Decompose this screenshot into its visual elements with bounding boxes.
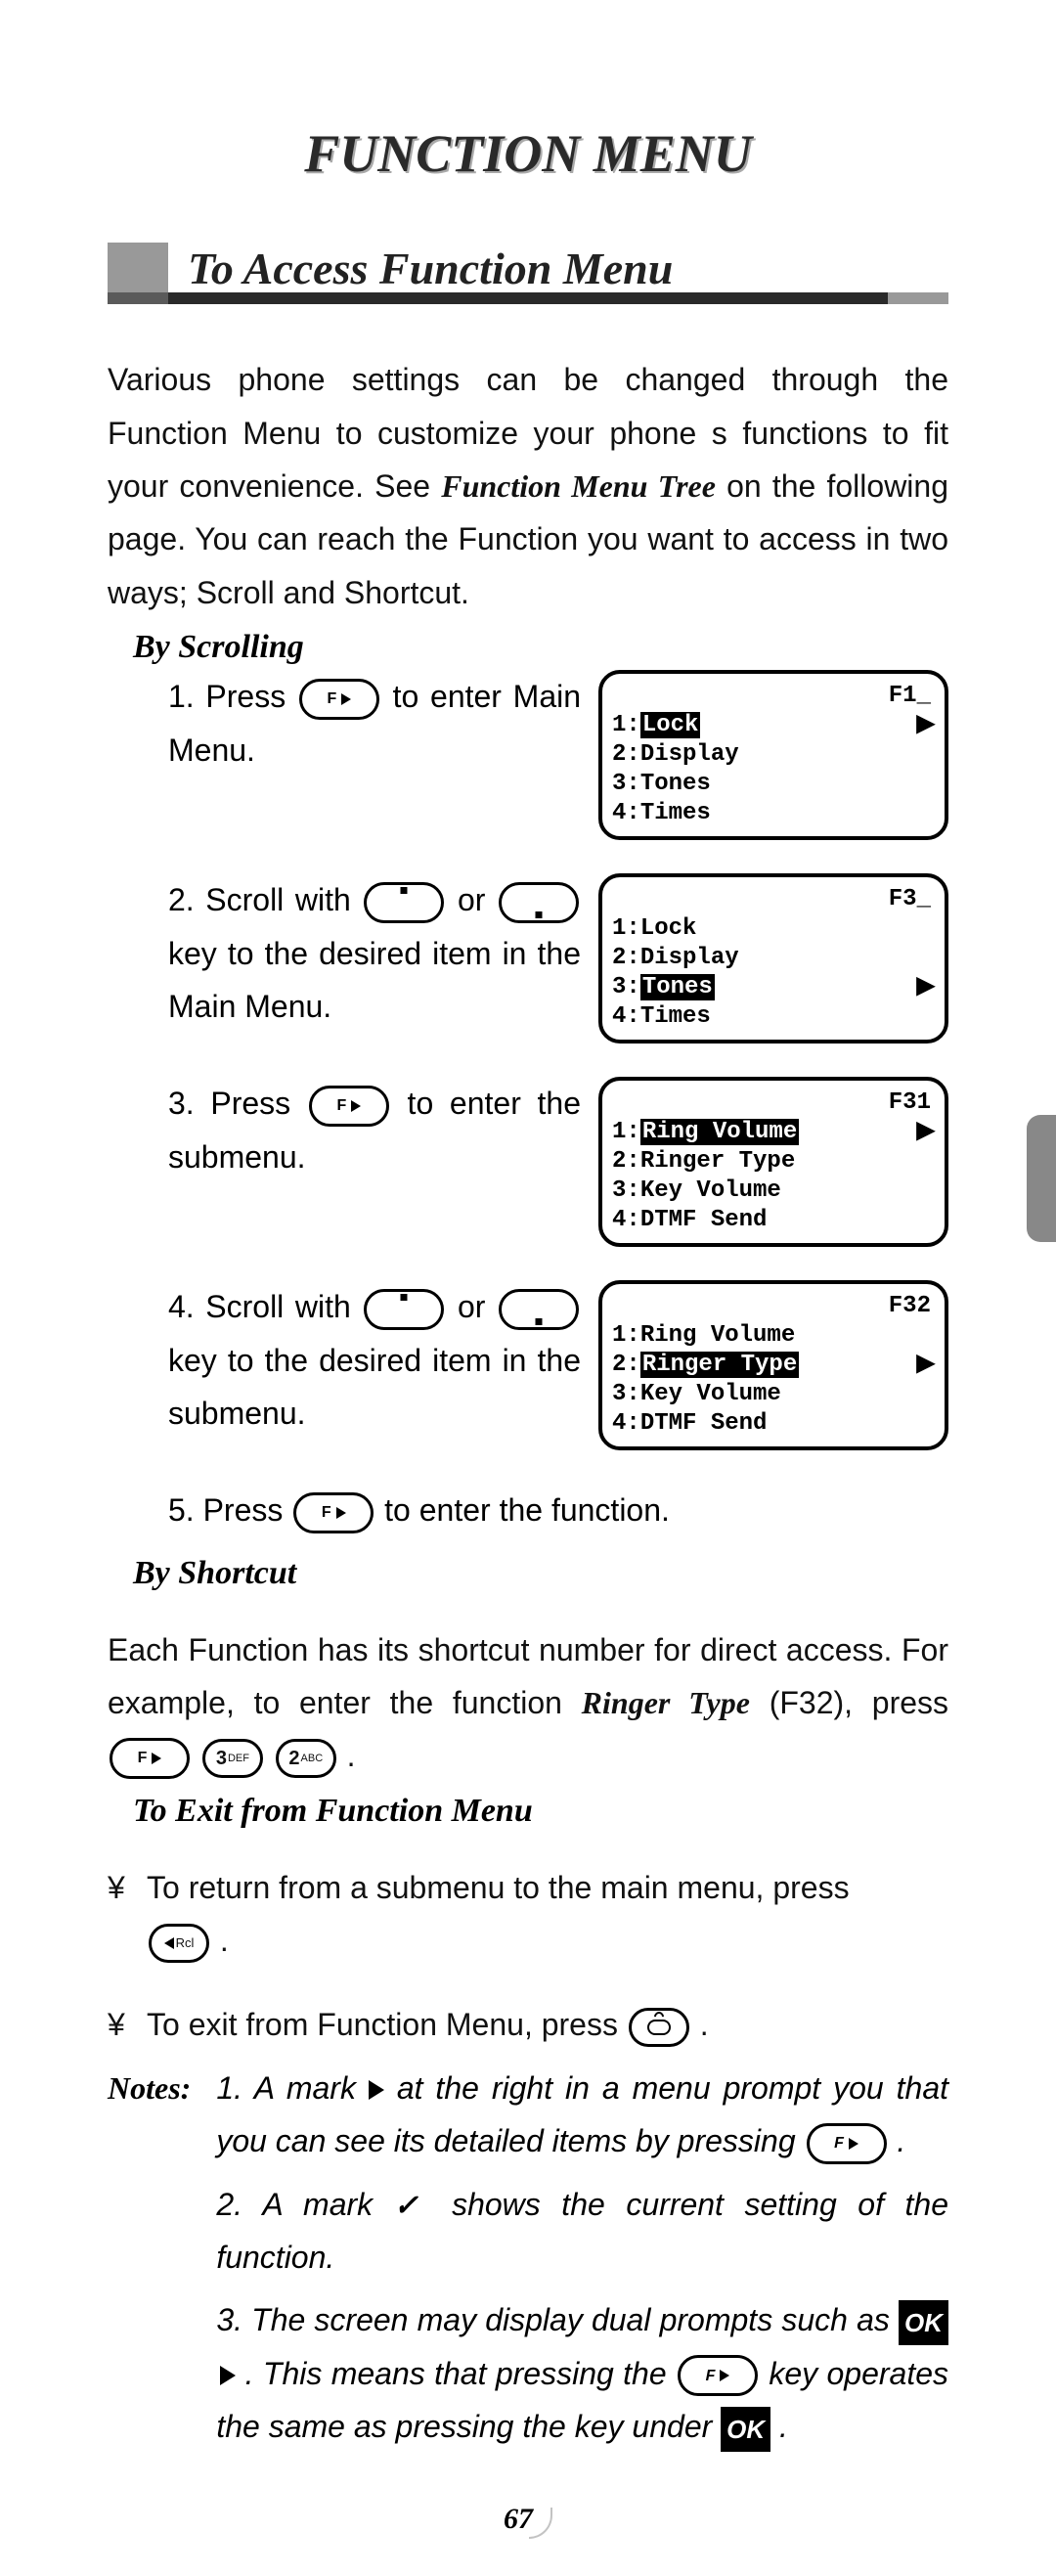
by-shortcut-heading: By Shortcut [133,1555,948,1592]
f-key-icon: F [299,679,379,720]
screen-code: F3_ [612,885,935,914]
ok-badge: OK [721,2407,770,2452]
f-key-icon: F [678,2355,758,2396]
step-5: 5. Press F to enter the function. [168,1484,948,1536]
step-1: 1. Press F to enter Main Menu. F1_ 1:Loc… [168,670,948,840]
section-title: To Access Function Menu [108,243,948,294]
intro-term: Function Menu Tree [441,468,716,504]
page-number: 67 [108,2503,948,2537]
notes-block: Notes: 1. A mark at the right in a menu … [108,2062,948,2464]
check-icon: ✓ [394,2190,431,2222]
section-header: To Access Function Menu [108,243,948,304]
step-3: 3. Press F to enter the submenu. F31 1:R… [168,1077,948,1247]
rcl-key-icon: Rcl [149,1924,209,1963]
step2-a: 2. Scroll with [168,882,362,917]
step4-a: 4. Scroll with [168,1289,362,1324]
exit-2: To exit from Function Menu, press [147,2007,627,2042]
screen-f31: F31 1:Ring Volume▶ 2:Ringer Type 3:Key V… [598,1077,948,1247]
side-tab [1027,1115,1056,1242]
power-key-icon [629,2008,689,2047]
step5-b: to enter the function. [384,1492,670,1528]
screen-f32: F32 1:Ring Volume 2:Ringer Type▶ 3:Key V… [598,1280,948,1450]
exit-line-1: ¥To return from a submenu to the main me… [108,1861,948,1968]
step4-or: or [458,1289,497,1324]
key-2-icon: 2ABC [276,1739,336,1778]
notes-label: Notes: [108,2062,191,2464]
exit-1: To return from a submenu to the main men… [147,1870,850,1905]
step1-a: 1. Press [168,679,297,714]
triangle-right-icon [220,2366,236,2385]
down-key-icon [499,882,579,923]
note-2: 2. A mark ✓ shows the current setting of… [216,2178,948,2285]
up-key-icon [364,1289,444,1330]
up-key-icon [364,882,444,923]
screen-code: F31 [612,1088,935,1118]
step3-a: 3. Press [168,1086,307,1121]
down-key-icon [499,1289,579,1330]
f-key-icon: F [110,1738,190,1779]
screen-code: F32 [612,1292,935,1321]
intro-paragraph: Various phone settings can be changed th… [108,353,948,619]
ok-badge: OK [899,2300,948,2345]
shortcut-paragraph: Each Function has its shortcut number fo… [108,1623,948,1783]
step-2: 2. Scroll with or key to the desired ite… [168,873,948,1044]
exit-line-2: ¥To exit from Function Menu, press . [108,1998,948,2051]
step4-b: key to the desired item in the submenu. [168,1343,581,1431]
by-scrolling-heading: By Scrolling [133,629,948,666]
step2-or: or [458,882,497,917]
to-exit-heading: To Exit from Function Menu [133,1793,948,1830]
page-title: FUNCTION MENU [108,123,948,184]
note-3: 3. The screen may display dual prompts s… [216,2293,948,2453]
screen-f1: F1_ 1:Lock▶ 2:Display 3:Tones 4:Times [598,670,948,840]
f-key-icon: F [293,1492,374,1533]
screen-f3: F3_ 1:Lock 2:Display 3:Tones▶ 4:Times [598,873,948,1044]
triangle-right-icon [369,2080,384,2100]
note-1: 1. A mark at the right in a menu prompt … [216,2062,948,2168]
step-4: 4. Scroll with or key to the desired ite… [168,1280,948,1450]
shortcut-term: Ringer Type [582,1685,750,1720]
f-key-icon: F [309,1086,389,1127]
screen-code: F1_ [612,682,935,711]
shortcut-2: (F32), press [750,1685,948,1720]
f-key-icon: F [807,2123,887,2164]
step5-a: 5. Press [168,1492,291,1528]
key-3-icon: 3DEF [202,1739,263,1778]
step2-b: key to the desired item in the Main Menu… [168,936,581,1024]
